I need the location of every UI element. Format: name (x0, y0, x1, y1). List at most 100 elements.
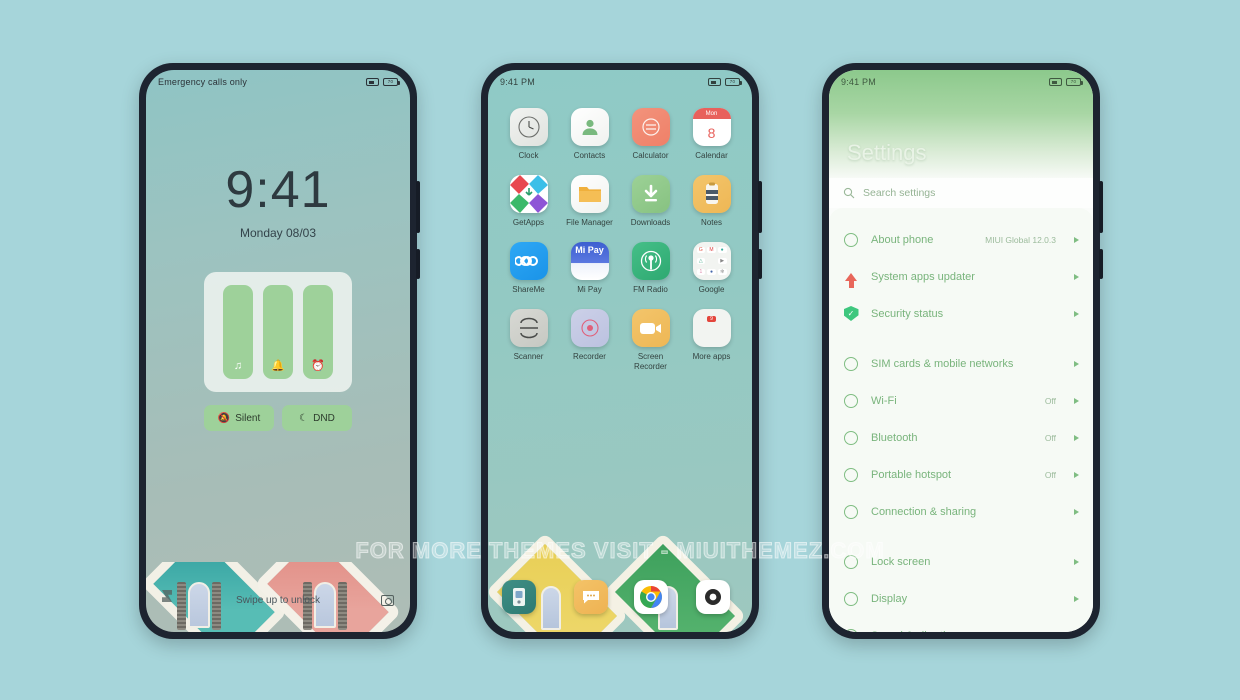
settings-row-security-status[interactable]: ✓ Security status (829, 295, 1093, 332)
clock-icon (509, 108, 548, 146)
dnd-label: DND (313, 412, 335, 424)
search-placeholder: Search settings (863, 187, 936, 199)
settings-row-portable-hotspot[interactable]: Portable hotspot Off (829, 456, 1093, 493)
camera-icon[interactable] (381, 595, 394, 606)
chevron-right-icon (1074, 273, 1079, 280)
app-label: FM Radio (633, 285, 668, 294)
lock-date: Monday 08/03 (239, 226, 317, 240)
app-calendar[interactable]: Mon 8 Calendar (681, 108, 742, 161)
status-icons: 70 (366, 78, 400, 86)
row-label: Portable hotspot (871, 468, 952, 481)
chevron-right-icon (1074, 397, 1079, 404)
volume-button-2[interactable] (758, 181, 762, 233)
row-value: Off (1044, 469, 1056, 480)
fm-radio-icon (631, 242, 670, 280)
settings-row-display[interactable]: Display (829, 580, 1093, 617)
silent-label: Silent (235, 412, 261, 424)
lock-clock: 9:41 Monday 08/03 (146, 164, 410, 240)
shield-icon: ✓ (843, 306, 859, 321)
row-label: SIM cards & mobile networks (871, 357, 1014, 370)
lock-time: 9:41 (225, 161, 331, 219)
mi-pay-icon: Mi Pay (570, 242, 609, 280)
settings-row-connection-sharing[interactable]: Connection & sharing (829, 493, 1093, 530)
settings-row-wifi[interactable]: Wi-Fi Off (829, 382, 1093, 419)
music-note-icon: ♫ (233, 360, 243, 372)
app-recorder[interactable]: Recorder (559, 309, 620, 372)
app-label: Downloads (630, 218, 671, 227)
app-label: Notes (701, 218, 722, 227)
app-label: Calendar (695, 151, 728, 160)
page-title: Settings (847, 140, 927, 165)
app-label: Screen Recorder (634, 352, 667, 371)
row-value: Off (1044, 432, 1056, 443)
app-label: Scanner (513, 352, 544, 361)
app-google-folder[interactable]: G M ● △ ▶ 1 ● ✻ Google (681, 242, 742, 295)
app-label: Mi Pay (577, 285, 602, 294)
settings-row-about-phone[interactable]: About phone MIUI Global 12.0.3 (829, 221, 1093, 258)
volume-panel: ♫ 🔔 ⏰ (204, 272, 352, 392)
row-label: Display (871, 592, 908, 605)
phone-settings-screen: 9:41 PM 70 Settings Search settings Abou… (822, 63, 1103, 639)
alarm-volume-slider[interactable]: ⏰ (303, 285, 333, 379)
chevron-right-icon (1074, 595, 1079, 602)
volume-button-3[interactable] (1099, 181, 1103, 233)
ring-icon (843, 467, 859, 482)
settings-row-bluetooth[interactable]: Bluetooth Off (829, 419, 1093, 456)
search-bar[interactable]: Search settings (829, 178, 1093, 208)
shareme-icon (509, 242, 548, 280)
status-icons-3: 70 (1049, 78, 1083, 86)
app-file-manager[interactable]: File Manager (559, 175, 620, 228)
phone-lock-screen: Emergency calls only 70 9:41 Monday 08/0… (139, 63, 420, 639)
mini-icon-gmail: M (707, 247, 716, 254)
mini-icon-meet: ● (707, 268, 716, 275)
chrome-icon[interactable] (634, 580, 668, 614)
app-label: File Manager (566, 218, 613, 227)
power-button[interactable] (416, 249, 420, 279)
app-mi-pay[interactable]: Mi Pay Mi Pay (559, 242, 620, 295)
chevron-right-icon (1074, 508, 1079, 515)
ring-volume-slider[interactable]: 🔔 (263, 285, 293, 379)
app-downloads[interactable]: Downloads (620, 175, 681, 228)
settings-row-sound-vibration[interactable]: Sound & vibration (829, 617, 1093, 632)
mini-icon-google: G (696, 247, 706, 254)
app-fm-radio[interactable]: FM Radio (620, 242, 681, 295)
settings-status-bar: 9:41 PM 70 (829, 70, 1093, 94)
app-screen-recorder[interactable]: Screen Recorder (620, 309, 681, 372)
settings-row-sim-cards[interactable]: SIM cards & mobile networks (829, 345, 1093, 382)
calendar-icon: Mon 8 (692, 108, 731, 146)
power-button-2[interactable] (758, 249, 762, 279)
app-more-apps-folder[interactable]: 9 More apps (681, 309, 742, 372)
home-status-bar: 9:41 PM 70 (488, 70, 752, 94)
app-shareme[interactable]: ShareMe (498, 242, 559, 295)
app-label: Contacts (573, 151, 606, 160)
app-notes[interactable]: Notes (681, 175, 742, 228)
file-manager-icon (570, 175, 609, 213)
dnd-button[interactable]: ☾ DND (282, 405, 352, 431)
app-calculator[interactable]: Calculator (620, 108, 681, 161)
calendar-day-name: Mon (692, 108, 731, 119)
chevron-right-icon (1074, 558, 1079, 565)
row-label: Sound & vibration (871, 630, 1044, 633)
google-folder-icon: G M ● △ ▶ 1 ● ✻ (692, 242, 731, 280)
row-label: Bluetooth (871, 431, 918, 444)
app-scanner[interactable]: Scanner (498, 309, 559, 372)
camera-icon[interactable] (696, 580, 730, 614)
phone-icon[interactable] (502, 580, 536, 614)
power-button-3[interactable] (1099, 249, 1103, 279)
row-label: Connection & sharing (871, 505, 977, 518)
recorder-icon (570, 309, 609, 347)
media-volume-slider[interactable]: ♫ (223, 285, 253, 379)
silent-button[interactable]: 🔕 Silent (204, 405, 274, 431)
status-time: 9:41 PM (500, 77, 535, 87)
settings-row-system-apps-updater[interactable]: System apps updater (829, 258, 1093, 295)
dock (488, 532, 752, 632)
app-contacts[interactable]: Contacts (559, 108, 620, 161)
volume-button[interactable] (416, 181, 420, 233)
messages-icon[interactable] (574, 580, 608, 614)
settings-row-lock-screen[interactable]: Lock screen (829, 543, 1093, 580)
shutter-right-b (338, 582, 347, 630)
app-getapps[interactable]: GetApps (498, 175, 559, 228)
app-clock[interactable]: Clock (498, 108, 559, 161)
